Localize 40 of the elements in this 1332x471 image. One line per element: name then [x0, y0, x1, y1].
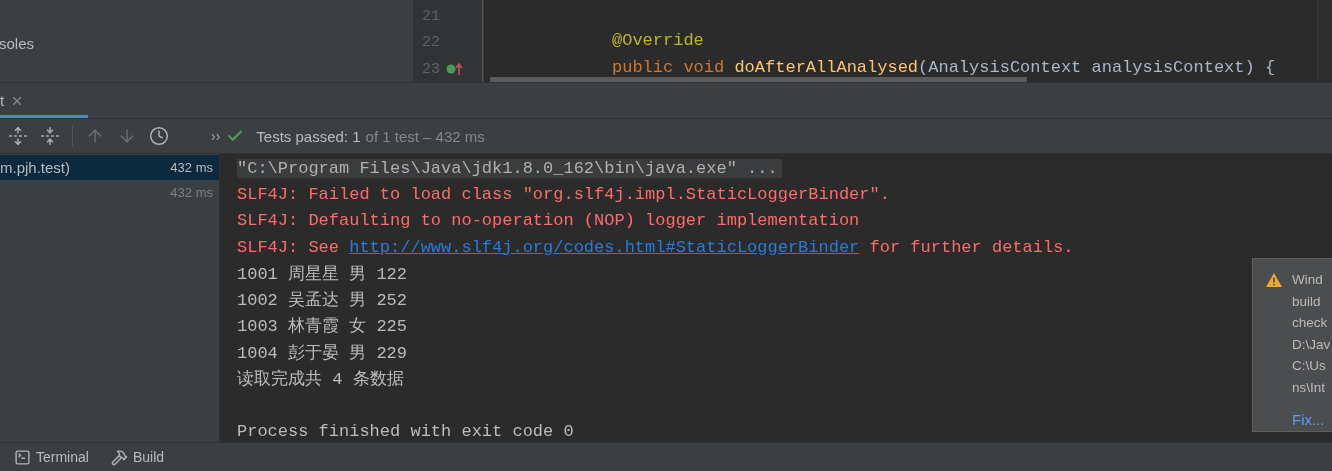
implements-icon[interactable]	[446, 62, 464, 77]
fix-link[interactable]: Fix...	[1292, 411, 1331, 428]
test-tree-row[interactable]: 432 ms	[0, 180, 219, 205]
scrollbar-thumb[interactable]	[490, 77, 1027, 82]
console-line: SLF4J: See http://www.slf4j.org/codes.html#StaticLoggerBinder for further details.	[237, 237, 1074, 257]
console-line: 1002 吴孟达 男 252	[237, 290, 408, 312]
console-line: 1003 林青霞 女 225	[237, 316, 408, 338]
notification-text: ns\Int	[1292, 378, 1327, 397]
tests-detail: of 1 test – 432 ms	[365, 127, 485, 145]
warning-icon	[1265, 272, 1283, 288]
more-toolbar-button[interactable]: ››	[211, 128, 221, 144]
notification-text: build	[1292, 292, 1322, 311]
console-line: 1001 周星星 男 122	[237, 263, 408, 285]
console-line: 1004 彭于晏 男 229	[237, 342, 408, 364]
tool-window-button[interactable]: Terminal	[14, 448, 89, 466]
collapse-all-icon[interactable]	[40, 126, 60, 146]
tests-status: Tests passed: 1	[256, 127, 361, 145]
console-line: Process finished with exit code 0	[237, 421, 574, 441]
code-token: @Override	[612, 31, 704, 51]
console-line: SLF4J: Defaulting to no-operation (NOP) logger implementation	[237, 211, 860, 231]
test-duration: 432 ms	[170, 185, 213, 200]
tool-window-button[interactable]: Build	[110, 448, 165, 466]
hammer-icon	[110, 448, 128, 466]
panel-label: soles	[0, 35, 35, 52]
test-tree-row[interactable]: m.pjh.test) 432 ms	[0, 155, 219, 180]
history-icon[interactable]	[149, 126, 169, 146]
code-token: (AnalysisContext analysisContext) {	[918, 57, 1276, 77]
terminal-icon	[14, 448, 31, 466]
console-link[interactable]: http://www.slf4j.org/codes.html#StaticLoggerBinder	[349, 237, 860, 257]
test-name: m.pjh.test)	[0, 159, 71, 176]
code-token: public void	[612, 57, 726, 77]
console-line: SLF4J: Failed to load class "org.slf4j.impl.StaticLoggerBinder".	[237, 184, 890, 204]
console-line: 读取完成共 4 条数据	[237, 368, 404, 390]
notification-text: check	[1292, 314, 1329, 332]
expand-all-icon[interactable]	[8, 126, 28, 146]
notification-text: Wind	[1292, 271, 1324, 289]
code-token: doAfterAllAnalysed	[734, 57, 919, 77]
notification-text: C:\Us	[1292, 357, 1327, 375]
test-duration: 432 ms	[170, 160, 213, 175]
notification-text: D:\Jav	[1292, 335, 1331, 354]
